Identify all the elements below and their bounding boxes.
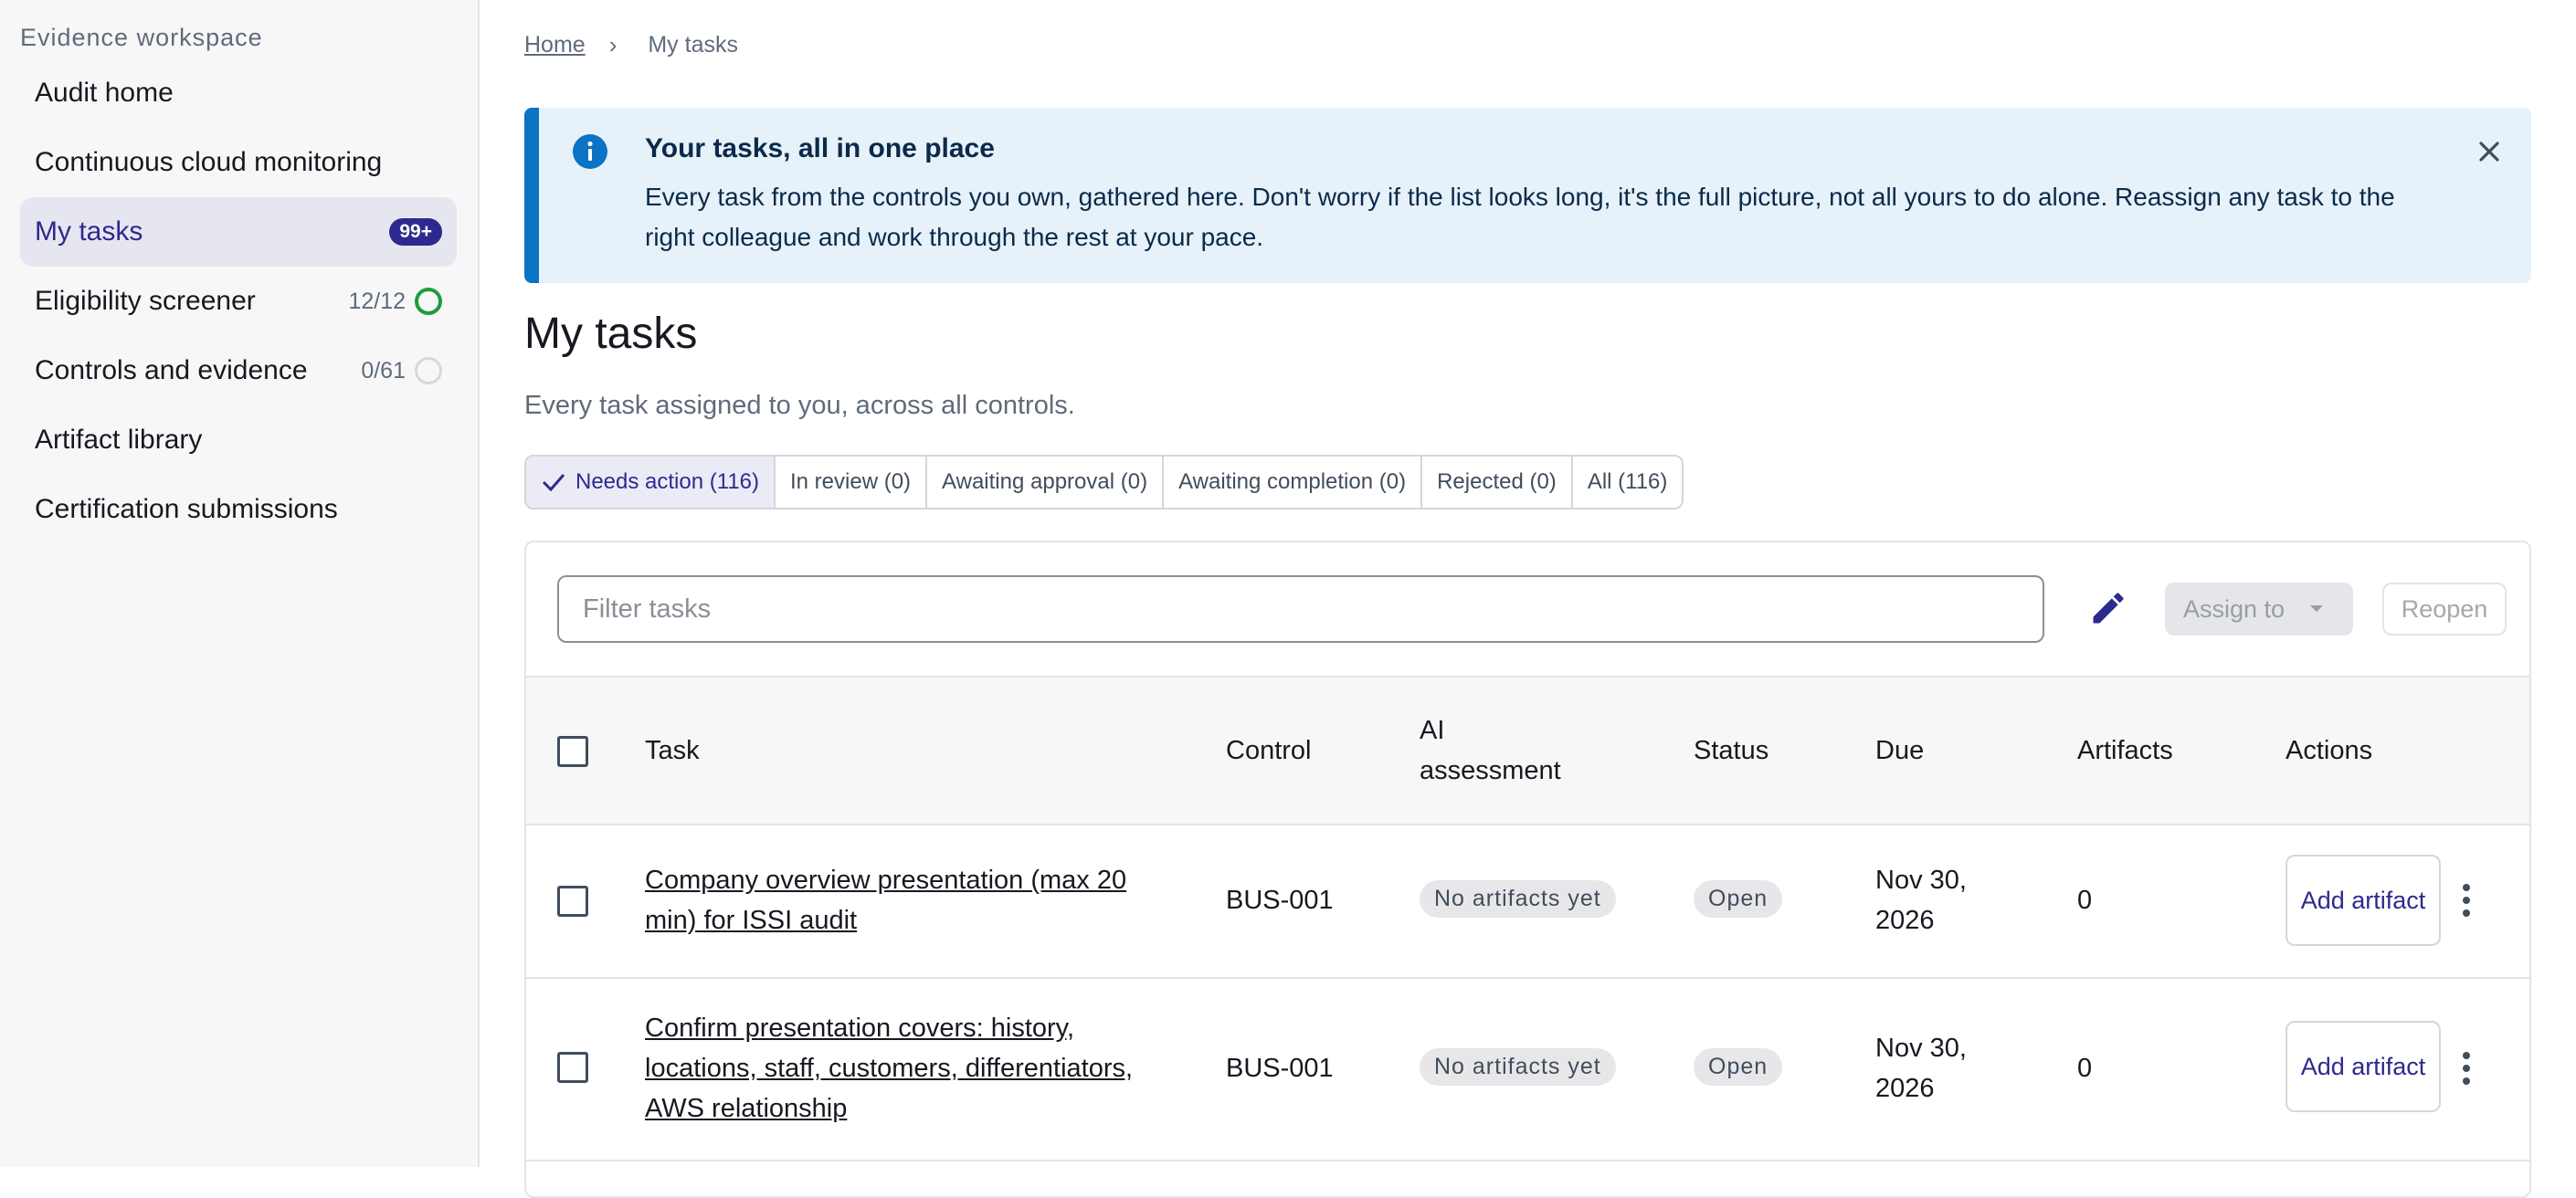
column-header-artifacts[interactable]: Artifacts [2077, 730, 2173, 771]
sidebar-item-label: Audit home [35, 78, 174, 108]
sidebar-item-label: Artifact library [35, 425, 203, 455]
row-checkbox[interactable] [557, 1052, 588, 1083]
page-title: My tasks [524, 310, 698, 358]
tab-label: All (116) [1587, 469, 1668, 494]
tab-in-review[interactable]: In review (0) [776, 457, 928, 508]
select-all-checkbox[interactable] [557, 736, 588, 767]
status-filter-tabs: Needs action (116) In review (0) Awaitin… [524, 455, 1684, 510]
tasks-table-card: Assign to Reopen Task Control AI assessm… [524, 541, 2531, 1198]
add-artifact-button[interactable]: Add artifact [2286, 855, 2441, 946]
table-header: Task Control AI assessment Status Due Ar… [526, 676, 2529, 825]
column-header-status[interactable]: Status [1694, 730, 1768, 771]
more-options-icon[interactable] [2461, 1050, 2472, 1091]
table-row: Confirm presentation covers: history, lo… [526, 979, 2529, 1161]
sidebar-item-audit-home[interactable]: Audit home [20, 58, 457, 128]
tab-label: Needs action (116) [575, 469, 759, 494]
reopen-button[interactable]: Reopen [2382, 583, 2507, 636]
sidebar-item-continuous-cloud-monitoring[interactable]: Continuous cloud monitoring [20, 128, 457, 197]
task-cell: Confirm presentation covers: history, lo… [645, 1008, 1184, 1129]
banner-body: Every task from the controls you own, ga… [645, 183, 2395, 251]
breadcrumb: Home › My tasks [524, 31, 738, 59]
filter-tasks-input[interactable] [557, 575, 2044, 643]
due-date-cell: Nov 30, 2026 [1875, 1034, 1967, 1103]
control-cell: BUS-001 [1226, 1054, 1334, 1083]
sidebar-item-label: My tasks [35, 216, 143, 247]
check-icon [542, 474, 565, 492]
column-header-control[interactable]: Control [1226, 730, 1312, 771]
artifact-count-cell: 0 [2077, 886, 2093, 915]
breadcrumb-current: My tasks [648, 32, 738, 58]
task-cell: Company overview presentation (max 20 mi… [645, 860, 1156, 941]
banner-title: Your tasks, all in one place [645, 133, 995, 163]
add-artifact-button[interactable]: Add artifact [2286, 1021, 2441, 1112]
control-cell: BUS-001 [1226, 886, 1334, 915]
row-checkbox[interactable] [557, 886, 588, 917]
progress-count: 12/12 [348, 288, 406, 314]
info-icon [572, 133, 608, 174]
sidebar-item-label: Controls and evidence [35, 355, 308, 385]
due-date-cell: Nov 30, 2026 [1875, 866, 1967, 935]
tab-label: Rejected (0) [1437, 469, 1557, 494]
tab-all[interactable]: All (116) [1573, 457, 1683, 508]
sidebar-item-controls-and-evidence[interactable]: Controls and evidence 0/61 [20, 336, 457, 405]
progress-count: 0/61 [361, 357, 406, 384]
not-started-status-icon [415, 357, 442, 384]
task-count-badge: 99+ [389, 218, 442, 246]
complete-status-icon [415, 288, 442, 315]
assign-to-label: Assign to [2183, 594, 2286, 623]
caret-down-icon [2310, 605, 2324, 612]
column-header-task[interactable]: Task [645, 730, 700, 771]
sidebar-item-label: Continuous cloud monitoring [35, 147, 383, 177]
sidebar-item-certification-submissions[interactable]: Certification submissions [20, 475, 457, 544]
status-badge: Open [1694, 1048, 1783, 1086]
status-badge: Open [1694, 880, 1783, 918]
task-link[interactable]: Confirm presentation covers: history, lo… [645, 1014, 1133, 1123]
column-header-actions: Actions [2286, 736, 2373, 765]
tab-awaiting-approval[interactable]: Awaiting approval (0) [927, 457, 1165, 508]
chevron-right-icon: › [608, 31, 618, 58]
tab-label: Awaiting approval (0) [942, 469, 1148, 494]
column-header-due[interactable]: Due [1875, 730, 1924, 771]
close-icon[interactable] [2473, 135, 2506, 173]
sidebar-item-label: Certification submissions [35, 494, 338, 524]
sidebar-item-artifact-library[interactable]: Artifact library [20, 405, 457, 475]
tab-label: Awaiting completion (0) [1178, 469, 1407, 494]
sidebar-item-my-tasks[interactable]: My tasks 99+ [20, 197, 457, 267]
sidebar-item-label: Eligibility screener [35, 286, 256, 316]
sidebar-heading: Evidence workspace [20, 24, 263, 51]
artifact-count-cell: 0 [2077, 1054, 2093, 1083]
assign-to-dropdown[interactable]: Assign to [2165, 583, 2353, 636]
ai-assessment-badge: No artifacts yet [1420, 1048, 1616, 1086]
tab-label: In review (0) [790, 469, 912, 494]
table-row: Company overview presentation (max 20 mi… [526, 825, 2529, 979]
info-banner: Your tasks, all in one place Every task … [524, 108, 2531, 283]
more-options-icon[interactable] [2461, 882, 2472, 923]
edit-icon[interactable] [2088, 588, 2128, 633]
tab-needs-action[interactable]: Needs action (116) [526, 457, 776, 508]
sidebar-item-eligibility-screener[interactable]: Eligibility screener 12/12 [20, 267, 457, 336]
ai-assessment-badge: No artifacts yet [1420, 880, 1616, 918]
task-link[interactable]: Company overview presentation (max 20 mi… [645, 866, 1126, 935]
tab-rejected[interactable]: Rejected (0) [1422, 457, 1573, 508]
sidebar: Evidence workspace Audit home Continuous… [0, 0, 480, 1167]
column-header-ai-assessment[interactable]: AI assessment [1420, 710, 1593, 791]
page-subtitle: Every task assigned to you, across all c… [524, 391, 1075, 420]
tab-awaiting-completion[interactable]: Awaiting completion (0) [1164, 457, 1423, 508]
breadcrumb-home-link[interactable]: Home [524, 32, 586, 58]
